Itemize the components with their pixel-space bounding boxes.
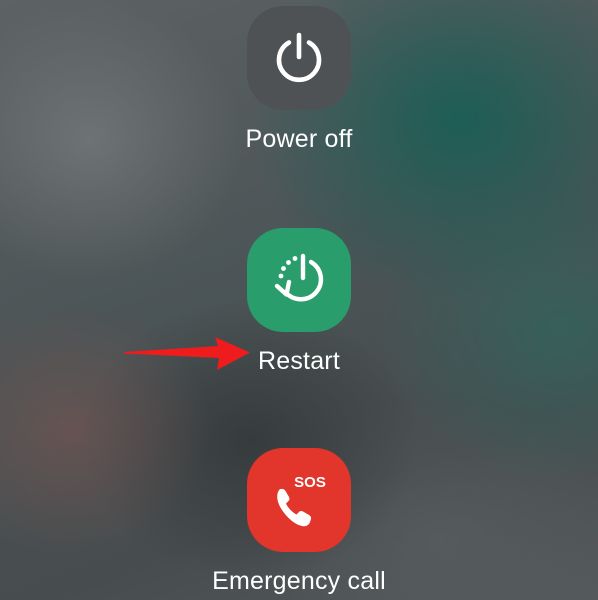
- red-arrow-icon: [124, 337, 250, 370]
- restart-icon: [274, 253, 324, 302]
- sos-phone-icon: SOS: [277, 474, 326, 527]
- restart-option[interactable]: Restart: [0, 228, 598, 376]
- emergency-call-button[interactable]: SOS: [247, 448, 351, 552]
- sos-badge: SOS: [294, 474, 326, 491]
- power-icon: [276, 32, 322, 83]
- restart-button[interactable]: [247, 228, 351, 332]
- power-off-button[interactable]: [247, 6, 351, 110]
- emergency-call-option[interactable]: SOS Emergency call: [0, 448, 598, 596]
- emergency-call-label: Emergency call: [212, 567, 386, 595]
- restart-label: Restart: [258, 347, 340, 375]
- power-off-option[interactable]: Power off: [0, 6, 598, 154]
- power-off-label: Power off: [245, 125, 353, 153]
